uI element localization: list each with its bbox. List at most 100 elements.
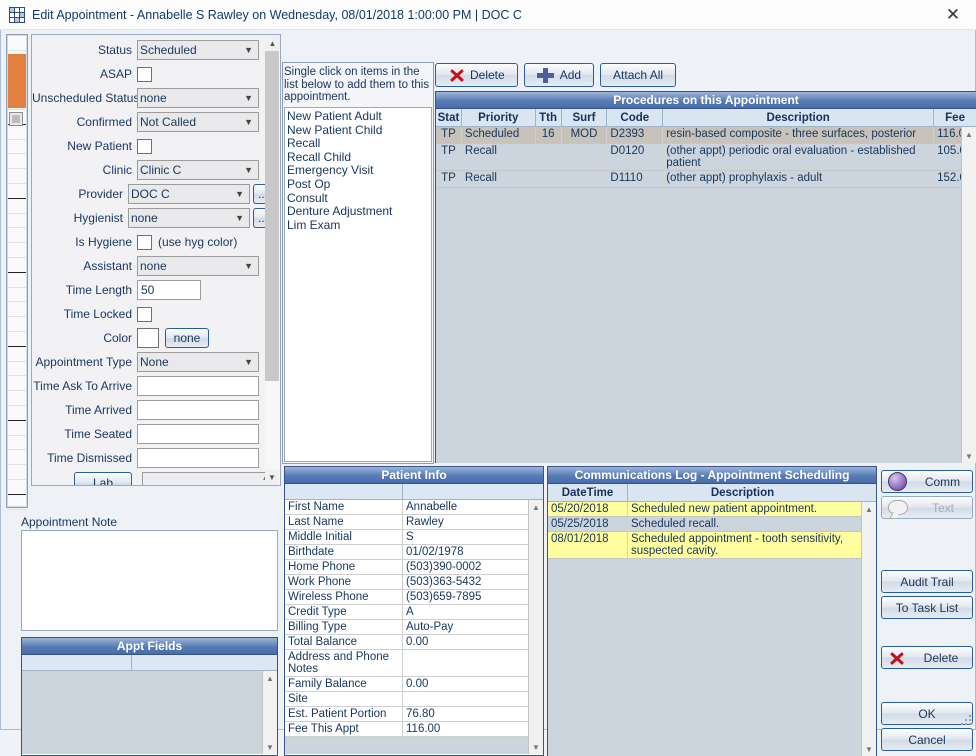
table-row[interactable]: Billing TypeAuto-Pay xyxy=(285,620,543,635)
delete-procedure-button[interactable]: Delete xyxy=(435,63,518,87)
table-row[interactable]: Wireless Phone(503)659-7895 xyxy=(285,590,543,605)
time-slot[interactable] xyxy=(8,243,26,258)
time-slot[interactable] xyxy=(8,317,26,332)
procedures-column-header[interactable]: Surf xyxy=(562,109,608,126)
table-row[interactable]: Birthdate01/02/1978 xyxy=(285,545,543,560)
comm-log-scrollbar[interactable]: ▲ ▼ xyxy=(861,502,876,756)
color-none-button[interactable]: none xyxy=(165,328,209,348)
time-slot[interactable] xyxy=(8,391,26,406)
table-row[interactable]: Address and Phone Notes xyxy=(285,650,543,677)
table-row[interactable]: TPScheduled16MODD2393resin-based composi… xyxy=(436,127,976,144)
appointment-block[interactable] xyxy=(8,54,26,108)
color-swatch[interactable] xyxy=(137,328,159,348)
scrollbar-thumb[interactable] xyxy=(265,51,279,381)
scroll-down-icon[interactable]: ▼ xyxy=(529,740,543,754)
procedures-scrollbar[interactable]: ▲ ▼ xyxy=(961,127,976,463)
select-unscheduled-status[interactable]: none▼ xyxy=(137,88,259,108)
picklist-item[interactable]: Consult xyxy=(287,192,431,206)
time-slot[interactable] xyxy=(8,495,26,510)
appointment-note-input[interactable] xyxy=(21,530,278,631)
time-slot[interactable] xyxy=(8,376,26,391)
time-slot[interactable] xyxy=(8,436,26,451)
appointment-resize-grip[interactable] xyxy=(9,112,23,126)
select-status[interactable]: Scheduled▼ xyxy=(137,40,259,60)
table-row[interactable]: Total Balance0.00 xyxy=(285,635,543,650)
attach-all-button[interactable]: Attach All xyxy=(600,63,676,87)
comm-button[interactable]: Comm xyxy=(881,470,973,493)
procedures-column-header[interactable]: Priority xyxy=(462,109,536,126)
resize-grip[interactable] xyxy=(961,715,973,727)
time-slot[interactable] xyxy=(8,450,26,465)
picklist-item[interactable]: Post Op xyxy=(287,178,431,192)
table-row[interactable]: TPRecallD1110(other appt) prophylaxis - … xyxy=(436,171,976,188)
to-task-list-button[interactable]: To Task List xyxy=(881,596,973,619)
audit-trail-button[interactable]: Audit Trail xyxy=(881,570,973,593)
scroll-up-icon[interactable]: ▲ xyxy=(263,671,277,685)
scroll-up-icon[interactable]: ▲ xyxy=(862,502,876,516)
ok-button[interactable]: OK xyxy=(881,702,973,725)
scroll-down-icon[interactable]: ▼ xyxy=(962,449,976,463)
comm-log-body[interactable]: 05/20/2018Scheduled new patient appointm… xyxy=(548,502,876,756)
comm-log-column-header[interactable]: Description xyxy=(628,484,857,501)
input-time-dismissed[interactable] xyxy=(137,448,259,468)
checkbox-is-hygiene[interactable] xyxy=(137,235,152,250)
procedures-column-header[interactable]: Stat xyxy=(436,109,462,126)
time-slot[interactable] xyxy=(8,347,26,362)
table-row[interactable]: Credit TypeA xyxy=(285,605,543,620)
checkbox-time-locked[interactable] xyxy=(137,307,152,322)
select-appointment-type[interactable]: None▼ xyxy=(137,352,259,372)
time-slot[interactable] xyxy=(8,480,26,495)
input-time-arrived[interactable] xyxy=(137,400,259,420)
table-row[interactable]: 08/01/2018Scheduled appointment - tooth … xyxy=(548,532,876,559)
checkbox-asap[interactable] xyxy=(137,67,152,82)
time-slot[interactable] xyxy=(8,228,26,243)
select-confirmed[interactable]: Not Called▼ xyxy=(137,112,259,132)
scroll-down-icon[interactable]: ▼ xyxy=(265,469,279,485)
patient-info-body[interactable]: First NameAnnabelleLast NameRawleyMiddle… xyxy=(285,500,543,754)
table-row[interactable]: TPRecallD0120(other appt) periodic oral … xyxy=(436,144,976,171)
procedures-column-header[interactable]: Fee xyxy=(934,109,976,126)
table-row[interactable]: 05/25/2018Scheduled recall. xyxy=(548,517,876,532)
picklist-item[interactable]: Recall xyxy=(287,137,431,151)
picklist-item[interactable]: Denture Adjustment xyxy=(287,205,431,219)
cancel-button[interactable]: Cancel xyxy=(881,728,973,751)
picklist-item[interactable]: New Patient Adult xyxy=(287,110,431,124)
select-hygienist[interactable]: none▼ xyxy=(128,208,250,228)
scroll-up-icon[interactable]: ▲ xyxy=(529,500,543,514)
picklist-item[interactable]: Lim Exam xyxy=(287,219,431,233)
delete-button[interactable]: Delete xyxy=(881,646,973,669)
time-slot[interactable] xyxy=(8,199,26,214)
time-slot[interactable] xyxy=(8,154,26,169)
table-row[interactable]: Est. Patient Portion76.80 xyxy=(285,707,543,722)
procedures-column-header[interactable]: Tth xyxy=(536,109,562,126)
time-slot[interactable] xyxy=(8,302,26,317)
scroll-down-icon[interactable]: ▼ xyxy=(263,740,277,754)
time-slot[interactable] xyxy=(8,362,26,377)
time-slot[interactable] xyxy=(8,273,26,288)
time-slot[interactable] xyxy=(8,332,26,347)
table-row[interactable]: Home Phone(503)390-0002 xyxy=(285,560,543,575)
table-row[interactable]: First NameAnnabelle xyxy=(285,500,543,515)
procedure-picklist[interactable]: New Patient AdultNew Patient ChildRecall… xyxy=(284,107,432,462)
patient-info-filter-row[interactable] xyxy=(285,484,543,500)
appointment-time-strip[interactable] xyxy=(6,34,28,508)
time-slot[interactable] xyxy=(8,36,26,51)
time-slot[interactable] xyxy=(8,169,26,184)
select-clinic[interactable]: Clinic C▼ xyxy=(137,160,259,180)
input-time-length[interactable] xyxy=(137,280,201,300)
procedures-column-header[interactable]: Code xyxy=(607,109,663,126)
form-scrollbar[interactable]: ▲ ▼ xyxy=(265,34,281,486)
table-row[interactable]: Last NameRawley xyxy=(285,515,543,530)
picklist-item[interactable]: New Patient Child xyxy=(287,124,431,138)
input-time-seated[interactable] xyxy=(137,424,259,444)
time-slot[interactable] xyxy=(8,140,26,155)
picklist-item[interactable]: Recall Child xyxy=(287,151,431,165)
procedures-column-header[interactable]: Description xyxy=(663,109,934,126)
input-time-ask-to-arrive[interactable] xyxy=(137,376,259,396)
picklist-item[interactable]: Emergency Visit xyxy=(287,164,431,178)
time-slot[interactable] xyxy=(8,288,26,303)
add-procedure-button[interactable]: Add xyxy=(524,63,594,87)
table-row[interactable]: Site xyxy=(285,692,543,707)
checkbox-new-patient[interactable] xyxy=(137,139,152,154)
time-slot[interactable] xyxy=(8,465,26,480)
